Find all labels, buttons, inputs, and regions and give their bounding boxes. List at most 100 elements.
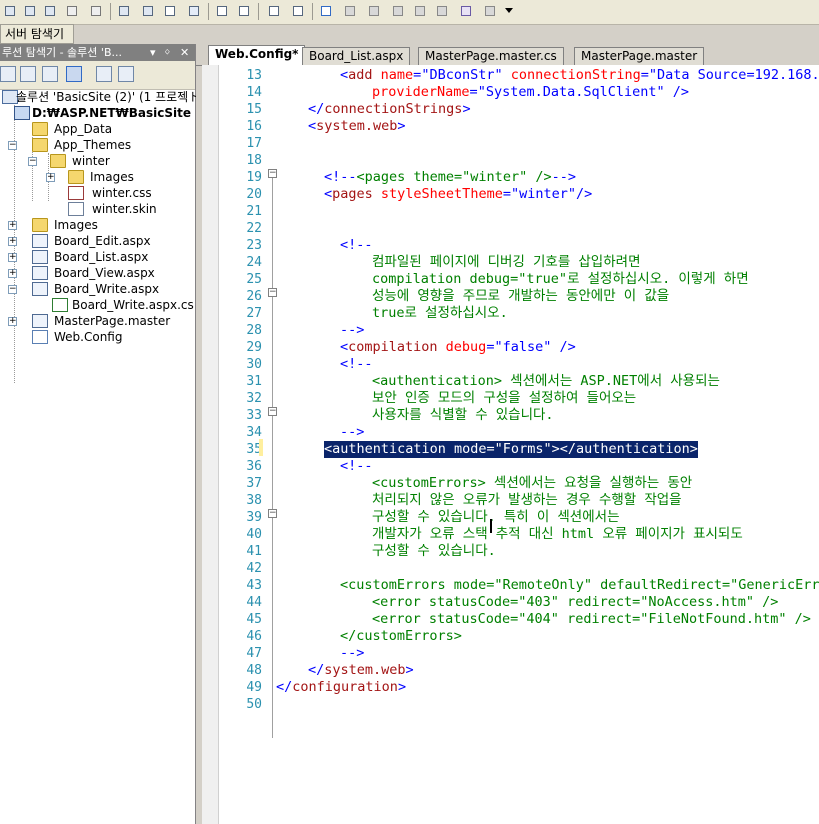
line-number: 41 — [246, 544, 262, 559]
pin-icon[interactable]: ᛜ — [164, 44, 171, 61]
code-line-45: <error statusCode="404" redirect="FileNo… — [372, 611, 811, 627]
code-line-34: --> — [340, 424, 365, 440]
folder-icon — [68, 170, 84, 184]
code-line-20: <pages styleSheetTheme="winter"/> — [324, 186, 593, 202]
expand-icon[interactable]: + — [8, 253, 17, 262]
skin-file-icon — [68, 202, 84, 216]
expand-icon[interactable]: + — [8, 237, 17, 246]
code-line-38: 처리되지 않은 오류가 발생하는 경우 수행할 작업을 — [372, 492, 682, 508]
refresh-icon[interactable] — [42, 66, 58, 82]
code-line-46: </customErrors> — [340, 628, 462, 644]
line-number: 36 — [246, 459, 262, 474]
solution-explorer: 루션 탐색기 - 솔루션 'B... ▾ ᛜ ✕ 솔루션 'BasicSite … — [0, 44, 200, 824]
next-folder-icon[interactable] — [458, 3, 474, 19]
bookmark-icon[interactable] — [342, 3, 358, 19]
tab-masterpage[interactable]: MasterPage.master — [574, 47, 705, 65]
page-icon[interactable] — [42, 3, 58, 19]
new-icon[interactable] — [140, 3, 156, 19]
expand-icon[interactable]: + — [8, 317, 17, 326]
tab-web-config[interactable]: Web.Config* — [208, 45, 306, 66]
code-line-44: <error statusCode="403" redirect="NoAcce… — [372, 594, 779, 610]
line-number: 23 — [246, 238, 262, 253]
expand-icon[interactable]: + — [8, 221, 17, 230]
folder-icon — [32, 218, 48, 232]
window-icon[interactable] — [116, 3, 132, 19]
line-number: 35 — [246, 442, 262, 457]
toolbar-overflow-icon[interactable] — [505, 8, 513, 13]
line-number: 33 — [246, 408, 262, 423]
line-number: 40 — [246, 527, 262, 542]
code-line-26: 성능에 영향을 주므로 개발하는 동안에만 이 값을 — [372, 288, 670, 304]
copy-website-icon[interactable] — [96, 66, 112, 82]
list-icon[interactable] — [266, 3, 282, 19]
line-number: 45 — [246, 612, 262, 627]
toolbar-separator — [110, 3, 111, 20]
collapse-icon[interactable]: − — [8, 285, 17, 294]
line-number: 15 — [246, 102, 262, 117]
comment-icon[interactable] — [318, 3, 334, 19]
line-number: 49 — [246, 680, 262, 695]
debug-icon[interactable] — [88, 3, 104, 19]
code-line-16: <system.web> — [308, 118, 406, 134]
align-right-icon[interactable] — [236, 3, 252, 19]
code-line-23: <!-- — [340, 237, 373, 253]
config-file-icon — [32, 330, 48, 344]
toolbar-separator — [258, 3, 259, 20]
close-icon[interactable]: ✕ — [180, 44, 189, 61]
solution-explorer-title-bar: 루션 탐색기 - 솔루션 'B... ▾ ᛜ ✕ — [0, 44, 195, 61]
numbered-icon[interactable] — [290, 3, 306, 19]
clear-bookmark-icon[interactable] — [412, 3, 428, 19]
collapse-icon[interactable]: − — [268, 288, 277, 297]
toolbar-separator — [208, 3, 209, 20]
tab-board-list[interactable]: Board_List.aspx — [302, 47, 411, 65]
line-number: 17 — [246, 136, 262, 151]
line-number: 29 — [246, 340, 262, 355]
line-number: 24 — [246, 255, 262, 270]
find-icon[interactable] — [482, 3, 498, 19]
code-line-32: 보안 인증 모드의 구성을 설정하여 들어오는 — [372, 390, 637, 406]
code-editor[interactable]: 13 14 15 16 17 18 19 20 21 22 23 24 25 26 27 28 29 30 31 32… — [202, 65, 819, 824]
code-line-41: 구성할 수 있습니다. — [372, 543, 496, 559]
line-number: 18 — [246, 153, 262, 168]
line-number: 22 — [246, 221, 262, 236]
prev-bookmark-icon[interactable] — [366, 3, 382, 19]
properties-icon[interactable] — [0, 66, 16, 82]
expand-icon[interactable]: + — [46, 173, 55, 182]
line-number: 14 — [246, 85, 262, 100]
indicator-margin — [202, 65, 219, 824]
dropdown-icon[interactable]: ▾ — [150, 44, 156, 61]
collapse-icon[interactable]: − — [268, 407, 277, 416]
run-icon[interactable] — [64, 3, 80, 19]
prev-folder-icon[interactable] — [434, 3, 450, 19]
line-number: 39 — [246, 510, 262, 525]
show-all-files-icon[interactable] — [20, 66, 36, 82]
collapse-icon[interactable]: − — [8, 141, 17, 150]
align-left-icon[interactable] — [214, 3, 230, 19]
nest-related-files-icon[interactable] — [66, 66, 82, 82]
next-bookmark-icon[interactable] — [390, 3, 406, 19]
code-line-30: <!-- — [340, 356, 373, 372]
aspx-file-icon — [32, 282, 48, 296]
collapse-icon[interactable]: − — [268, 509, 277, 518]
expand-icon[interactable]: + — [8, 269, 17, 278]
line-number: 38 — [246, 493, 262, 508]
server-explorer-tab[interactable]: 서버 탐색기 — [0, 24, 74, 44]
tab-masterpage-cs[interactable]: MasterPage.master.cs — [418, 47, 564, 65]
collapse-icon[interactable]: − — [28, 157, 37, 166]
outline-line — [272, 178, 273, 738]
code-line-33: 사용자를 식별할 수 있습니다. — [372, 407, 554, 423]
cursor-icon[interactable] — [162, 3, 178, 19]
selected-code-line-35[interactable]: <authentication mode="Forms"></authentic… — [324, 441, 698, 458]
collapse-icon[interactable]: − — [268, 169, 277, 178]
code-line-27: true로 설정하십시오. — [372, 305, 508, 321]
line-number: 42 — [246, 561, 262, 576]
line-number: 19 — [246, 170, 262, 185]
solution-explorer-toolbar — [0, 61, 195, 90]
properties-icon[interactable] — [22, 3, 38, 19]
solution-explorer-title: 루션 탐색기 - 솔루션 'B... — [2, 46, 122, 59]
font-icon[interactable] — [186, 3, 202, 19]
code-line-43: <customErrors mode="RemoteOnly" defaultR… — [340, 577, 819, 593]
line-number: 46 — [246, 629, 262, 644]
asp-net-config-icon[interactable] — [118, 66, 134, 82]
dock-icon[interactable] — [2, 3, 18, 19]
